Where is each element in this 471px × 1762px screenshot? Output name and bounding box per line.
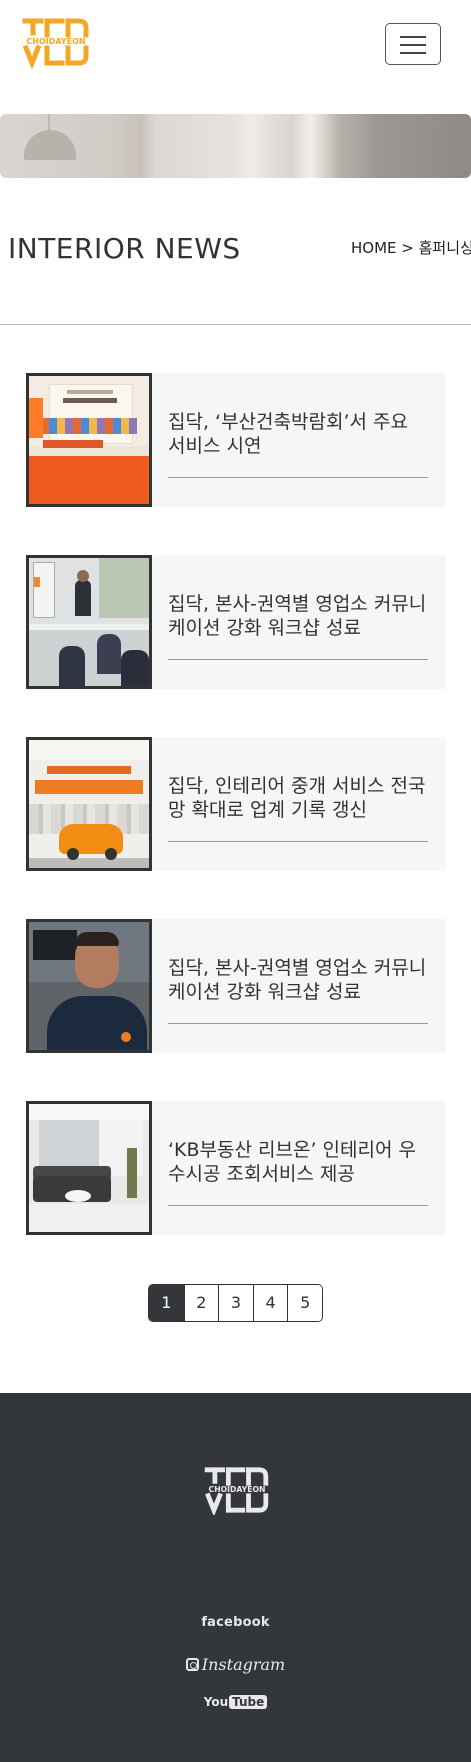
news-thumbnail[interactable]	[26, 737, 152, 871]
page-link-2[interactable]: 2	[183, 1285, 219, 1321]
news-title[interactable]: 집닥, 인테리어 중개 서비스 전국망 확대로 업계 기록 갱신	[168, 774, 428, 822]
news-thumbnail[interactable]	[26, 919, 152, 1053]
news-title[interactable]: 집닥, 본사-권역별 영업소 커뮤니케이션 강화 워크샵 성료	[168, 592, 428, 640]
footer-logo-wordmark: CHOIDAYEON	[209, 1485, 266, 1494]
news-underline	[168, 1205, 428, 1206]
site-header: CHOIDAYEON	[0, 0, 471, 90]
youtube-label-tube: Tube	[229, 1695, 268, 1709]
news-item[interactable]: 집닥, 본사-권역별 영업소 커뮤니케이션 강화 워크샵 성료	[26, 555, 446, 689]
hamburger-line-icon	[400, 44, 426, 46]
instagram-icon	[185, 1658, 199, 1671]
youtube-link[interactable]: You Tube	[0, 1695, 471, 1709]
youtube-label-you: You	[203, 1695, 229, 1709]
logo-wordmark: CHOIDAYEON	[26, 37, 85, 46]
news-item[interactable]: ‘KB부동산 리브온’ 인테리어 우수시공 조회서비스 제공	[26, 1101, 446, 1235]
section-divider	[0, 324, 471, 325]
page-link-5[interactable]: 5	[287, 1285, 322, 1321]
hamburger-line-icon	[400, 36, 426, 38]
hamburger-line-icon	[400, 52, 426, 54]
instagram-link[interactable]: Instagram	[0, 1655, 471, 1674]
news-thumbnail[interactable]	[26, 373, 152, 507]
news-underline	[168, 659, 428, 660]
hero-banner-image	[0, 114, 471, 178]
page-title: INTERIOR NEWS	[8, 232, 241, 265]
news-title[interactable]: 집닥, ‘부산건축박람회’서 주요 서비스 시연	[168, 410, 428, 458]
news-item[interactable]: 집닥, 인테리어 중개 서비스 전국망 확대로 업계 기록 갱신	[26, 737, 446, 871]
news-underline	[168, 1023, 428, 1024]
menu-toggle-button[interactable]	[385, 23, 441, 65]
page-link-1[interactable]: 1	[149, 1285, 184, 1321]
facebook-label: facebook	[201, 1615, 270, 1630]
news-item[interactable]: 집닥, ‘부산건축박람회’서 주요 서비스 시연	[26, 373, 446, 507]
news-thumbnail[interactable]	[26, 555, 152, 689]
facebook-link[interactable]: facebook	[0, 1615, 471, 1630]
news-title[interactable]: ‘KB부동산 리브온’ 인테리어 우수시공 조회서비스 제공	[168, 1138, 428, 1186]
page-link-3[interactable]: 3	[218, 1285, 253, 1321]
breadcrumb[interactable]: HOME > 홈퍼니싱	[351, 237, 471, 258]
pendant-lamp	[24, 130, 76, 160]
site-footer: CHOIDAYEON facebook Instagram You Tube	[0, 1393, 471, 1762]
news-item[interactable]: 집닥, 본사-권역별 영업소 커뮤니케이션 강화 워크샵 성료	[26, 919, 446, 1053]
news-thumbnail[interactable]	[26, 1101, 152, 1235]
footer-logo[interactable]: CHOIDAYEON	[204, 1465, 270, 1515]
pagination: 1 2 3 4 5	[148, 1284, 323, 1322]
instagram-label: Instagram	[201, 1655, 286, 1674]
page-link-4[interactable]: 4	[252, 1285, 288, 1321]
brand-logo[interactable]: CHOIDAYEON	[22, 16, 90, 68]
news-title[interactable]: 집닥, 본사-권역별 영업소 커뮤니케이션 강화 워크샵 성료	[168, 956, 428, 1004]
news-underline	[168, 477, 428, 478]
news-underline	[168, 841, 428, 842]
